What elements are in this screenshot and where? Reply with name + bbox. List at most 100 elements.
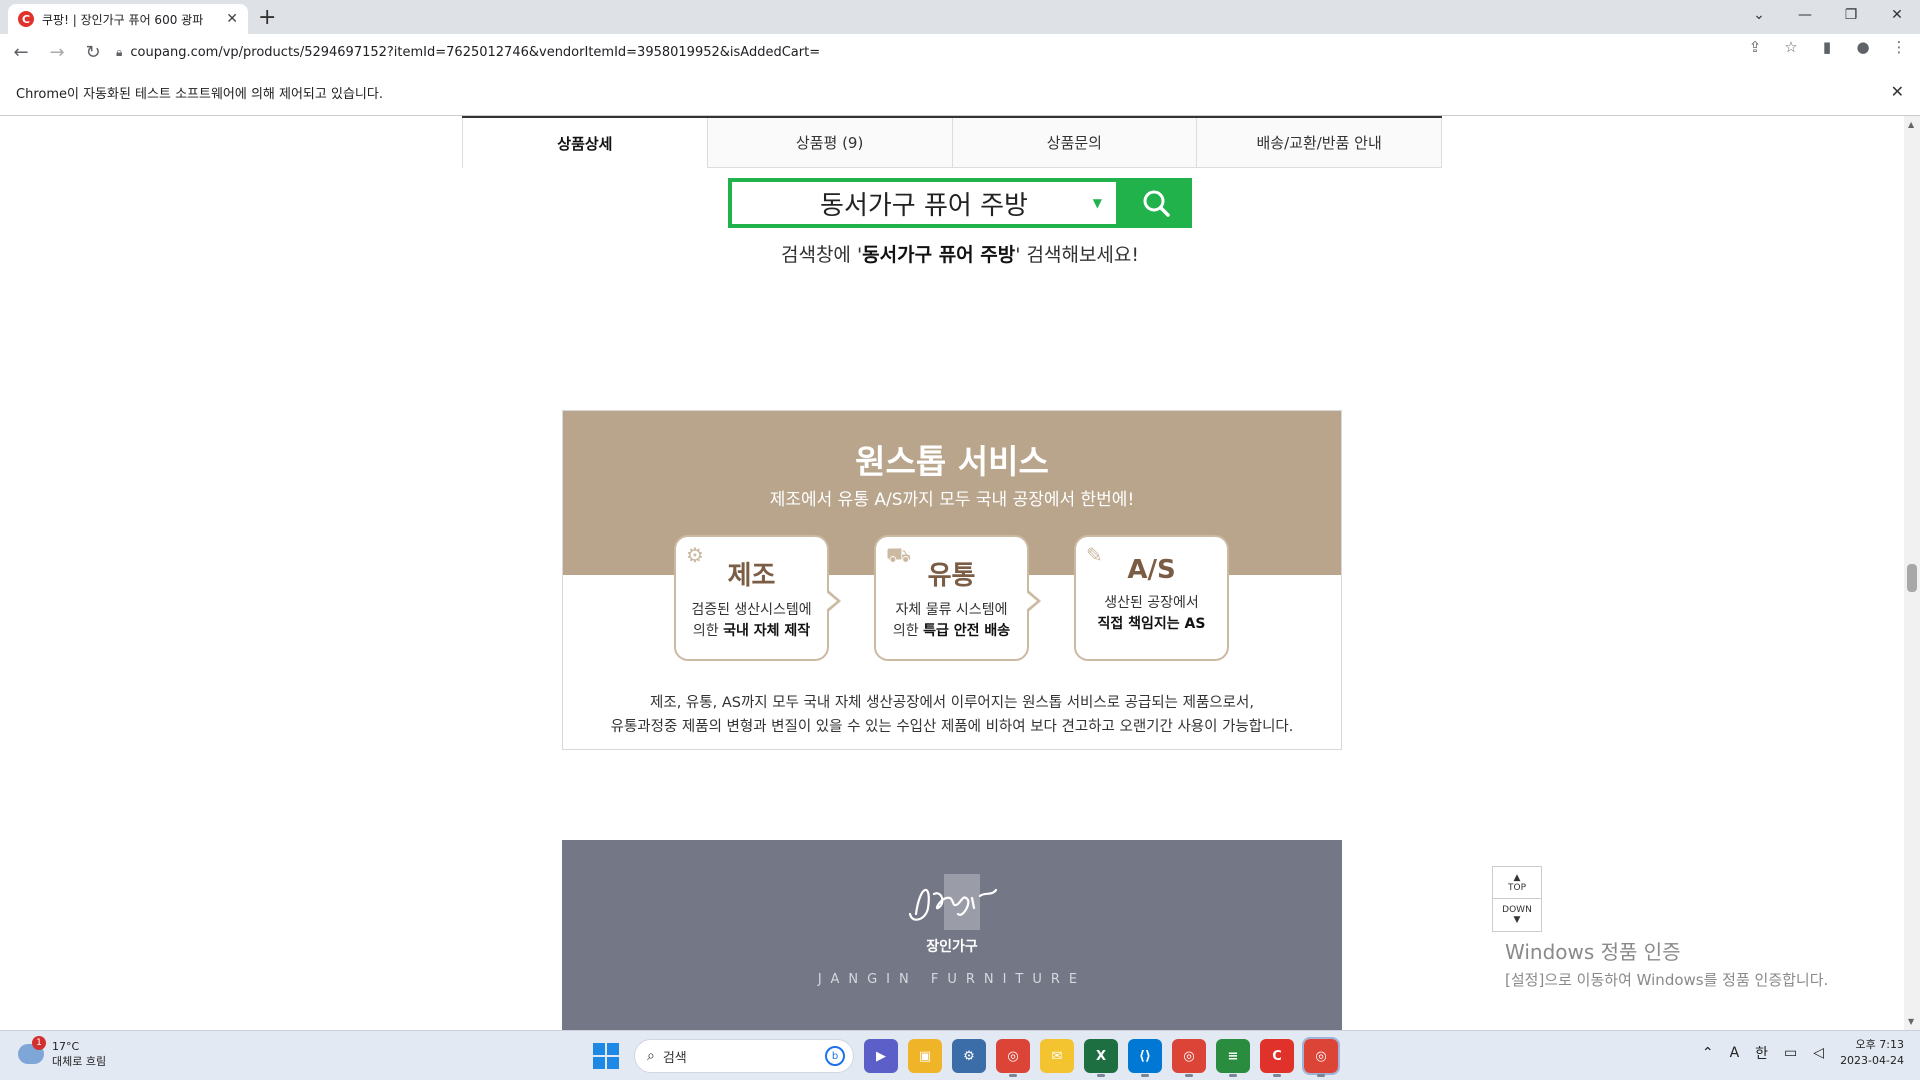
- bookmark-star-icon[interactable]: ☆: [1780, 38, 1802, 56]
- wechat-icon[interactable]: ✉: [1040, 1039, 1074, 1073]
- scroll-up-arrow-icon[interactable]: ▲: [1908, 120, 1914, 129]
- notepad-icon[interactable]: ≡: [1216, 1039, 1250, 1077]
- tab-product-detail[interactable]: 상품상세: [462, 118, 708, 168]
- tab-reviews[interactable]: 상품평 (9): [707, 118, 953, 168]
- arrow-down-icon: ▼: [1513, 915, 1521, 925]
- card-line1: 생산된 공장에서: [1104, 595, 1199, 611]
- infobar-text: Chrome이 자동화된 테스트 소프트웨어에 의해 제어되고 있습니다.: [16, 87, 383, 102]
- windows-activation-watermark: Windows 정품 인증 [설정]으로 이동하여 Windows를 정품 인증…: [1505, 936, 1828, 990]
- scroll-top-button[interactable]: ▲ TOP: [1493, 867, 1541, 899]
- search-banner-image: 동서가구 퓨어 주방 ▼: [728, 178, 1192, 228]
- weather-widget[interactable]: 1 17°C 대체로 흐림: [18, 1036, 106, 1069]
- onestop-desc-line1: 제조, 유통, AS까지 모두 국내 자체 생산공장에서 이루어지는 원스톱 서…: [650, 695, 1254, 711]
- ime-mode-a[interactable]: A: [1730, 1045, 1740, 1061]
- card-text: 검증된 생산시스템에 의한 국내 자체 제작: [676, 600, 827, 642]
- service-card-distribution: ⛟ 유통 자체 물류 시스템에 의한 특급 안전 배송: [874, 535, 1041, 661]
- vscode-icon[interactable]: ⟨⟩: [1128, 1039, 1162, 1077]
- search-hint-suffix: ' 검색해보세요!: [1015, 244, 1140, 266]
- wrench-icon: ✎: [1086, 543, 1103, 567]
- profile-avatar-icon[interactable]: ●: [1852, 38, 1874, 56]
- coupang-favicon-icon: C: [18, 11, 34, 27]
- tab-inquiries[interactable]: 상품문의: [952, 118, 1198, 168]
- tray-chevron-up-icon[interactable]: ⌃: [1702, 1045, 1714, 1061]
- menu-kebab-icon[interactable]: ⋮: [1888, 38, 1910, 56]
- truck-icon: ⛟: [886, 543, 912, 567]
- cloud-icon: 1: [18, 1036, 46, 1064]
- taskbar-search-placeholder: 검색: [662, 1050, 687, 1066]
- scroll-down-arrow-icon[interactable]: ▼: [1908, 1017, 1914, 1026]
- arrow-up-icon: ▲: [1513, 872, 1521, 883]
- watermark-subtitle: [설정]으로 이동하여 Windows를 정품 인증합니다.: [1505, 971, 1829, 989]
- network-monitor-icon[interactable]: ▭: [1784, 1045, 1797, 1061]
- coupang-app-icon[interactable]: C: [1260, 1039, 1294, 1077]
- scroll-down-button[interactable]: DOWN ▼: [1493, 899, 1541, 931]
- clock-date: 2023-04-24: [1840, 1054, 1904, 1067]
- tab-search-icon[interactable]: ⌄: [1736, 0, 1782, 30]
- weather-desc: 대체로 흐림: [52, 1055, 107, 1068]
- browser-tab[interactable]: C 쿠팡! | 장인가구 퓨어 600 광파 ✕: [8, 4, 248, 34]
- new-tab-button[interactable]: +: [258, 5, 276, 30]
- onestop-desc-line2: 유통과정중 제품의 변형과 변질이 있을 수 있는 수입산 제품에 비하여 보다…: [610, 719, 1294, 735]
- back-button[interactable]: ←: [6, 37, 36, 67]
- system-tray: ⌃ A 한 ▭ ◁ 오후 7:13 2023-04-24: [1702, 1037, 1904, 1069]
- taskbar-clock[interactable]: 오후 7:13 2023-04-24: [1840, 1037, 1904, 1069]
- ime-mode-hangul[interactable]: 한: [1755, 1043, 1768, 1063]
- card-line2-bold: 국내 자체 제작: [723, 623, 811, 639]
- taskbar-search[interactable]: ⌕ 검색 b: [634, 1039, 854, 1073]
- url-text[interactable]: coupang.com/vp/products/5294697152?itemI…: [130, 45, 820, 60]
- weather-temp: 17°C: [52, 1040, 80, 1053]
- card-line1: 자체 물류 시스템에: [895, 602, 1008, 618]
- onestop-title: 원스톱 서비스: [855, 442, 1049, 481]
- product-tabs: 상품상세 상품평 (9) 상품문의 배송/교환/반품 안내: [462, 116, 1442, 168]
- tab-title: 쿠팡! | 장인가구 퓨어 600 광파: [42, 12, 204, 27]
- teams-meet-icon[interactable]: ▶: [864, 1039, 898, 1073]
- photos-icon[interactable]: ▣: [908, 1039, 942, 1073]
- chrome-icon-active[interactable]: ◎: [1302, 1037, 1340, 1077]
- settings-gear-icon[interactable]: ⚙: [952, 1039, 986, 1073]
- search-banner-keyword: 동서가구 퓨어 주방: [820, 190, 1028, 221]
- browser-tab-strip: C 쿠팡! | 장인가구 퓨어 600 광파 ✕ + ⌄ — ❐ ✕: [0, 0, 1920, 34]
- window-controls: ⌄ — ❐ ✕: [1736, 0, 1920, 34]
- chrome-icon-2[interactable]: ◎: [1172, 1039, 1206, 1077]
- taskbar-apps: ⌕ 검색 b ▶ ▣ ⚙ ◎ ✉ X ⟨⟩ ◎ ≡ C ◎: [588, 1037, 1340, 1077]
- page-scrollbar[interactable]: ▲ ▼: [1904, 116, 1920, 1030]
- side-panel-icon[interactable]: ▮: [1816, 38, 1838, 56]
- onestop-subtitle: 제조에서 유통 A/S까지 모두 국내 공장에서 한번에!: [769, 490, 1135, 510]
- service-card-as: ✎ A/S 생산된 공장에서 직접 책임지는 AS: [1074, 535, 1229, 661]
- windows-start-icon[interactable]: [588, 1038, 624, 1074]
- share-icon[interactable]: ⇪: [1744, 38, 1766, 56]
- jangin-signature-logo: [908, 874, 998, 930]
- forward-button[interactable]: →: [42, 37, 72, 67]
- page-content: 상품상세 상품평 (9) 상품문의 배송/교환/반품 안내 동서가구 퓨어 주방…: [0, 116, 1904, 1030]
- tab-shipping-returns[interactable]: 배송/교환/반품 안내: [1197, 118, 1442, 168]
- volume-icon[interactable]: ◁: [1813, 1045, 1824, 1061]
- top-label: TOP: [1507, 882, 1526, 893]
- scrollbar-thumb[interactable]: [1907, 564, 1917, 592]
- magnifier-icon: [1120, 178, 1192, 228]
- lock-icon[interactable]: 🔒︎: [116, 45, 122, 60]
- automation-infobar: Chrome이 자동화된 테스트 소프트웨어에 의해 제어되고 있습니다. ✕: [0, 70, 1920, 116]
- bing-icon[interactable]: b: [825, 1046, 845, 1066]
- infobar-close-icon[interactable]: ✕: [1891, 82, 1904, 101]
- search-icon: ⌕: [647, 1048, 655, 1064]
- toolbar-actions: ⇪ ☆ ▮ ● ⋮: [1744, 38, 1910, 56]
- address-bar[interactable]: 🔒︎ coupang.com/vp/products/5294697152?it…: [110, 38, 1790, 66]
- card-line2: 의한: [692, 623, 724, 639]
- search-banner-box: 동서가구 퓨어 주방 ▼: [728, 178, 1120, 228]
- notification-badge: 1: [32, 1036, 46, 1050]
- weather-text: 17°C 대체로 흐림: [52, 1039, 106, 1069]
- dropdown-triangle-icon: ▼: [1092, 196, 1102, 210]
- restore-button[interactable]: ❐: [1828, 0, 1874, 30]
- reload-button[interactable]: ↻: [78, 37, 108, 67]
- brand-banner: 장인가구 JANGIN FURNITURE: [562, 840, 1342, 1030]
- minimize-button[interactable]: —: [1782, 0, 1828, 30]
- arrow-right-icon: [825, 589, 841, 613]
- tab-close-icon[interactable]: ✕: [226, 11, 238, 27]
- close-window-button[interactable]: ✕: [1874, 0, 1920, 30]
- watermark-title: Windows 정품 인증: [1505, 940, 1681, 964]
- card-line2-bold: 특급 안전 배송: [923, 623, 1011, 639]
- chrome-icon[interactable]: ◎: [996, 1039, 1030, 1077]
- onestop-description: 제조, 유통, AS까지 모두 국내 자체 생산공장에서 이루어지는 원스톱 서…: [563, 691, 1341, 739]
- excel-icon[interactable]: X: [1084, 1039, 1118, 1077]
- card-text: 생산된 공장에서 직접 책임지는 AS: [1076, 593, 1227, 635]
